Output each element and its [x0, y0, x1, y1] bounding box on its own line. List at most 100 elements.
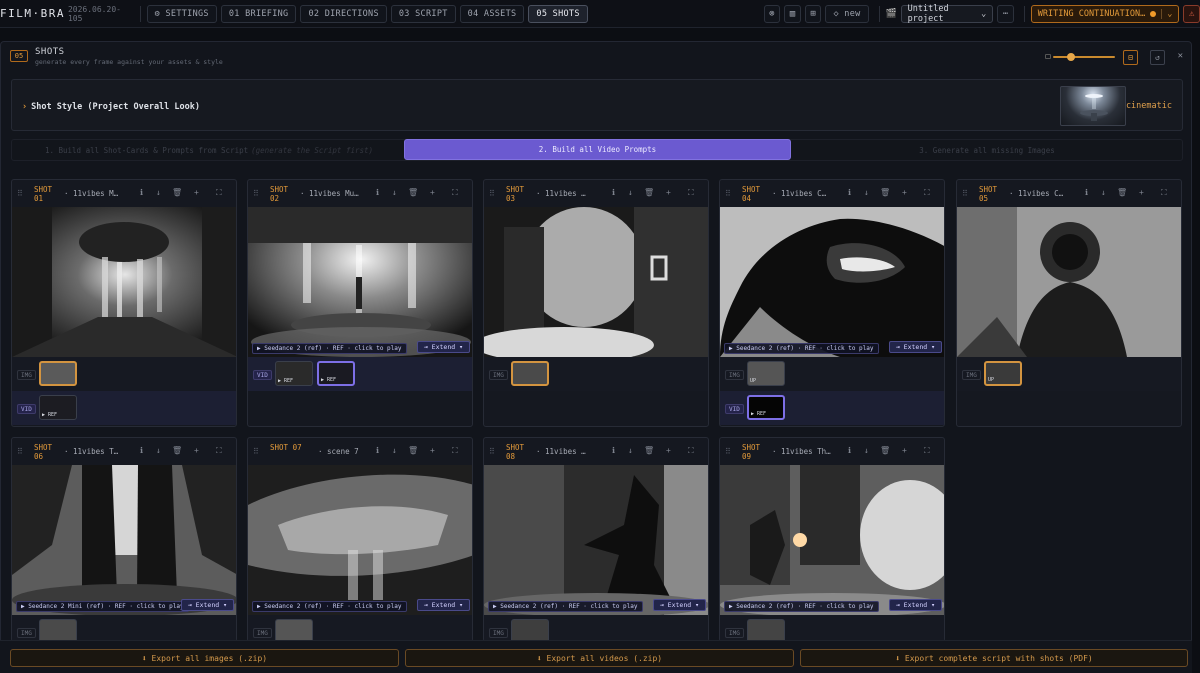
tab-briefing[interactable]: 01 BRIEFING — [220, 4, 297, 23]
add-icon[interactable]: + — [902, 446, 907, 455]
expand-icon[interactable]: ⛶ — [452, 446, 458, 456]
video-thumbnail[interactable]: ▶ REF — [317, 361, 355, 386]
extend-button[interactable]: ⇥ Extend ▾ — [416, 599, 470, 611]
info-icon[interactable]: ℹ — [376, 446, 379, 455]
shot-card[interactable]: ⠿ SHOT 05 · 11vibes C… ℹ ↓ 🗑 + ⛶ IMG UP — [956, 179, 1182, 427]
extend-button[interactable]: ⇥ Extend ▾ — [180, 599, 234, 611]
drag-handle-icon[interactable]: ⠿ — [725, 447, 731, 456]
expand-icon[interactable]: ⛶ — [924, 446, 930, 456]
drag-handle-icon[interactable]: ⠿ — [17, 189, 23, 198]
drag-handle-icon[interactable]: ⠿ — [962, 189, 968, 198]
expand-icon[interactable]: ⛶ — [216, 446, 222, 456]
chevron-down-icon[interactable]: ⌄ — [1161, 8, 1172, 19]
shot-image[interactable]: ▶ Seedance 2 (ref) · REF · click to play… — [720, 465, 944, 615]
add-icon[interactable]: + — [194, 446, 199, 455]
refresh-icon[interactable]: ↺ — [1150, 50, 1165, 65]
expand-icon[interactable]: ⛶ — [924, 188, 930, 198]
drag-handle-icon[interactable]: ⠿ — [253, 189, 259, 198]
add-icon[interactable]: + — [666, 446, 671, 455]
add-icon[interactable]: + — [194, 188, 199, 197]
image-thumbnail[interactable]: UP — [984, 361, 1022, 386]
tab-directions[interactable]: 02 DIRECTIONS — [300, 4, 387, 23]
image-thumbnail[interactable]: UP — [747, 361, 785, 386]
shot-image[interactable]: ▶ Seedance 2 (ref) · REF · click to play… — [248, 465, 472, 615]
drag-handle-icon[interactable]: ⠿ — [489, 189, 495, 198]
info-icon[interactable]: ℹ — [848, 446, 851, 455]
add-icon[interactable]: + — [430, 188, 435, 197]
slider-handle[interactable] — [1067, 53, 1075, 61]
add-icon[interactable]: + — [902, 188, 907, 197]
expand-icon[interactable]: ⛶ — [216, 188, 222, 198]
layout-icon[interactable]: ⊟ — [1123, 50, 1138, 65]
info-icon[interactable]: ℹ — [612, 446, 615, 455]
arrow-down-icon[interactable]: ↓ — [864, 188, 869, 197]
image-thumbnail[interactable] — [747, 619, 785, 641]
tab-assets[interactable]: 04 ASSETS — [459, 4, 525, 23]
expand-icon[interactable]: ⛶ — [1161, 188, 1167, 198]
image-thumbnail[interactable] — [275, 619, 313, 641]
trash-icon[interactable]: 🗑 — [408, 188, 418, 197]
shot-card[interactable]: ⠿ SHOT 02 · 11vibes Mu… ℹ ↓ 🗑 + ⛶ ▶ Seed… — [247, 179, 473, 427]
tab-settings[interactable]: ⚙ SETTINGS — [146, 4, 217, 23]
image-thumbnail[interactable] — [511, 619, 549, 641]
shot-image[interactable] — [12, 207, 236, 357]
arrow-down-icon[interactable]: ↓ — [628, 446, 633, 455]
shot-card[interactable]: ⠿ SHOT 07 · scene 7 ℹ ↓ 🗑 + ⛶ ▶ Seedance… — [247, 437, 473, 642]
arrow-down-icon[interactable]: ↓ — [392, 446, 397, 455]
drag-handle-icon[interactable]: ⠿ — [17, 447, 23, 456]
video-thumbnail[interactable]: ▶ REF — [39, 395, 77, 420]
trash-icon[interactable]: 🗑 — [172, 446, 182, 455]
shot-style-section[interactable]: › Shot Style (Project Overall Look) cinem… — [11, 79, 1183, 131]
extend-button[interactable]: ⇥ Extend ▾ — [888, 599, 942, 611]
drag-handle-icon[interactable]: ⠿ — [253, 447, 259, 456]
trash-icon[interactable]: 🗑 — [880, 188, 890, 197]
info-icon[interactable]: ℹ — [140, 188, 143, 197]
close-icon[interactable]: ✕ — [1178, 51, 1183, 61]
video-play-button[interactable]: ▶ Seedance 2 (ref) · REF · click to play — [252, 601, 407, 612]
stop-icon[interactable]: ⊗ — [763, 4, 781, 23]
arrow-down-icon[interactable]: ↓ — [156, 446, 161, 455]
columns-icon[interactable]: ▥ — [784, 4, 801, 23]
arrow-down-icon[interactable]: ↓ — [1101, 188, 1106, 197]
shot-card[interactable]: ⠿ SHOT 06 · 11vibes T… ℹ ↓ 🗑 + ⛶ ▶ Seeda… — [11, 437, 237, 642]
export-videos-button[interactable]: ⬇ Export all videos (.zip) — [405, 649, 794, 667]
shot-image[interactable]: ▶ Seedance 2 (ref) · REF · click to play… — [248, 207, 472, 357]
arrow-down-icon[interactable]: ↓ — [156, 188, 161, 197]
extend-button[interactable]: ⇥ Extend ▾ — [416, 341, 470, 353]
video-play-button[interactable]: ▶ Seedance 2 (ref) · REF · click to play — [252, 343, 407, 354]
shot-image[interactable] — [957, 207, 1181, 357]
export-images-button[interactable]: ⬇ Export all images (.zip) — [10, 649, 399, 667]
tab-shots[interactable]: 05 SHOTS — [528, 4, 588, 23]
add-icon[interactable]: + — [1139, 188, 1144, 197]
image-thumbnail[interactable] — [511, 361, 549, 386]
grid-icon[interactable]: ⊞ — [804, 4, 822, 23]
image-thumbnail[interactable] — [39, 619, 77, 641]
trash-icon[interactable]: 🗑 — [644, 446, 654, 455]
shot-card[interactable]: ⠿ SHOT 04 · 11vibes C… ℹ ↓ 🗑 + ⛶ ▶ Seeda… — [719, 179, 945, 427]
warning-icon[interactable]: ⚠ — [1183, 4, 1200, 23]
style-reference-image[interactable] — [1060, 86, 1126, 126]
video-play-button[interactable]: ▶ Seedance 2 (ref) · REF · click to play — [724, 343, 879, 354]
info-icon[interactable]: ℹ — [848, 188, 851, 197]
video-play-button[interactable]: ▶ Seedance 2 (ref) · REF · click to play — [724, 601, 879, 612]
writing-status-badge[interactable]: WRITING CONTINUATION… ⌄ — [1030, 4, 1180, 23]
trash-icon[interactable]: 🗑 — [172, 188, 182, 197]
add-icon[interactable]: + — [666, 188, 671, 197]
info-icon[interactable]: ℹ — [612, 188, 615, 197]
trash-icon[interactable]: 🗑 — [880, 446, 890, 455]
generate-missing-images-button[interactable]: 3. Generate all missing Images — [794, 140, 1180, 160]
export-script-pdf-button[interactable]: ⬇ Export complete script with shots (PDF… — [800, 649, 1188, 667]
info-icon[interactable]: ℹ — [376, 188, 379, 197]
arrow-down-icon[interactable]: ↓ — [628, 188, 633, 197]
video-play-button[interactable]: ▶ Seedance 2 (ref) · REF · click to play — [488, 601, 643, 612]
shot-card[interactable]: ⠿ SHOT 01 · 11vibes M… ℹ ↓ 🗑 + ⛶ IMG VID… — [11, 179, 237, 427]
drag-handle-icon[interactable]: ⠿ — [725, 189, 731, 198]
extend-button[interactable]: ⇥ Extend ▾ — [652, 599, 706, 611]
expand-icon[interactable]: ⛶ — [688, 446, 694, 456]
project-select[interactable]: Untitled project ⌄ — [900, 4, 994, 24]
video-play-button[interactable]: ▶ Seedance 2 Mini (ref) · REF · click to… — [16, 601, 189, 612]
shot-image[interactable] — [484, 207, 708, 357]
expand-icon[interactable]: ⛶ — [688, 188, 694, 198]
arrow-down-icon[interactable]: ↓ — [392, 188, 397, 197]
trash-icon[interactable]: 🗑 — [644, 188, 654, 197]
